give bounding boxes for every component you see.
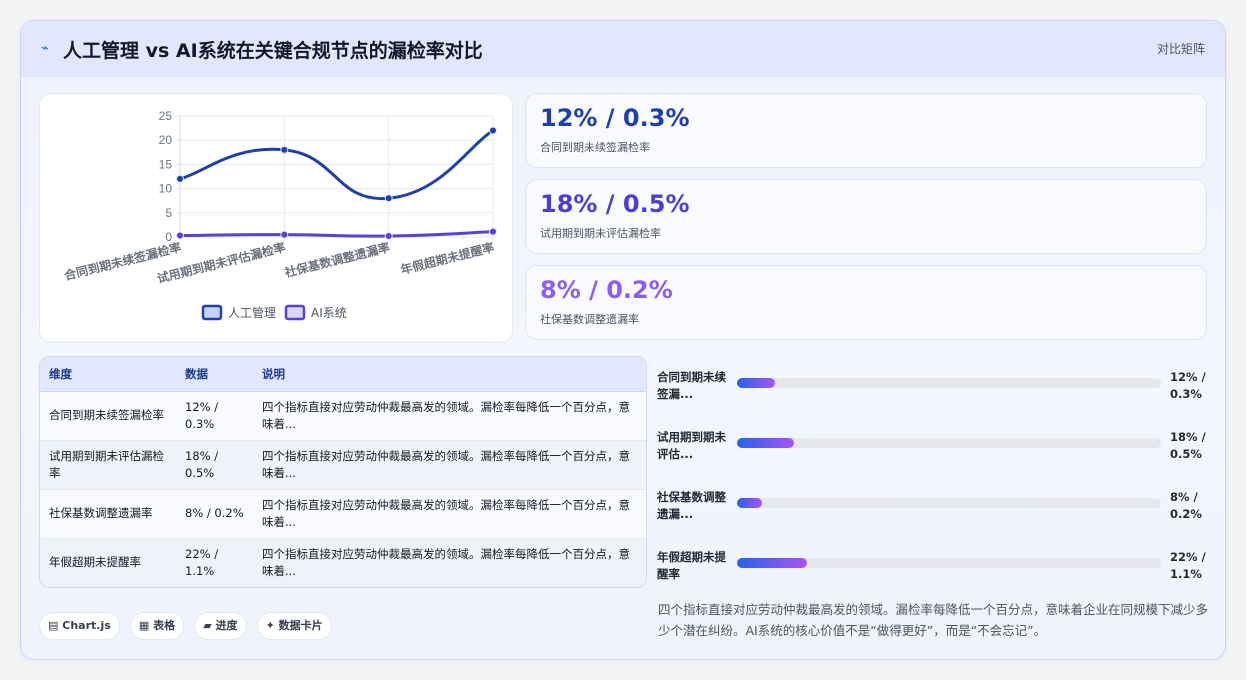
y-tick-label: 5 (165, 206, 172, 220)
legend-label: 人工管理 (228, 305, 276, 320)
table-cell-description: 四个指标直接对应劳动仲裁最高发的领域。漏检率每降低一个百分点，意味着... (253, 538, 646, 587)
kpi-label: 试用期到期未评估漏检率 (540, 227, 661, 240)
summary-text: 四个指标直接对应劳动仲裁最高发的领域。漏检率每降低一个百分点，意味着企业在同规模… (658, 602, 1209, 638)
kpi-card-contract: 12% / 0.3% 合同到期未续签漏检率 (525, 93, 1207, 168)
data-point (280, 230, 289, 239)
x-tick-label: 社保基数调整遗漏率 (282, 239, 391, 280)
table-cell-dimension: 社保基数调整遗漏率 (40, 489, 176, 539)
table-header-row: 维度 数据 说明 (40, 357, 646, 392)
progress-label: 年假超期未提醒率 (657, 550, 726, 581)
page-title: 人工管理 vs AI系统在关键合规节点的漏检率对比 (63, 40, 483, 62)
table-cell-data: 12% / 0.3% (176, 391, 253, 441)
progress-fill (737, 498, 763, 508)
legend-swatch (201, 304, 223, 321)
x-tick-label: 年假超期未提醒率 (399, 239, 496, 277)
progress-label: 试用期到期未评估... (657, 430, 726, 461)
kpi-card-probation: 18% / 0.5% 试用期到期未评估漏检率 (525, 179, 1207, 254)
table-cell-data: 8% / 0.2% (176, 489, 253, 539)
y-tick-label: 20 (159, 133, 173, 147)
progress-value: 18% / 0.5% (1170, 430, 1206, 461)
line-chart: 2520151050合同到期未续签漏检率试用期到期未评估漏检率社保基数调整遗漏率… (63, 109, 497, 321)
table-row: 年假超期未提醒率 22% / 1.1% 四个指标直接对应劳动仲裁最高发的领域。漏… (40, 538, 646, 587)
data-point (176, 231, 184, 240)
line-chart-panel: 25 20 15 10 5 0 合同到期未续签漏检率 试用期到期未评估漏检率 社保基数调整遗漏率… (39, 93, 513, 343)
progress-fill (737, 438, 795, 448)
table-cell-dimension: 年假超期未提醒率 (40, 538, 176, 587)
data-point (489, 126, 497, 135)
y-tick-label: 25 (159, 109, 173, 123)
kpi-label: 社保基数调整遗漏率 (540, 313, 639, 326)
column-header: 维度 (40, 357, 176, 392)
chip-data-cards[interactable]: ✦ 数据卡片 (256, 612, 332, 640)
chip-table[interactable]: ▦ 表格 (129, 612, 185, 640)
table-row: 合同到期未续签漏检率 12% / 0.3% 四个指标直接对应劳动仲裁最高发的领域… (40, 391, 646, 441)
column-header: 说明 (253, 357, 646, 392)
progress-icon: ▰ (203, 619, 212, 632)
progress-track (737, 378, 1161, 388)
progress-track (737, 558, 1161, 568)
sparkle-icon: ✦ (265, 619, 275, 632)
data-point (176, 174, 184, 183)
data-point (280, 145, 289, 154)
progress-fill (737, 378, 776, 388)
table-cell-dimension: 合同到期未续签漏检率 (40, 391, 176, 441)
column-header: 数据 (176, 357, 253, 392)
chart-icon: ▤ (48, 619, 59, 632)
progress-row: 社保基数调整遗漏... 8% / 0.2% (657, 483, 1207, 523)
table-cell-description: 四个指标直接对应劳动仲裁最高发的领域。漏检率每降低一个百分点，意味着... (253, 391, 646, 441)
chip-label: 数据卡片 (278, 619, 323, 632)
series-line-ai (179, 230, 494, 238)
chip-chartjs[interactable]: ▤ Chart.js (39, 612, 120, 640)
kpi-card-social-security: 8% / 0.2% 社保基数调整遗漏率 (525, 265, 1207, 340)
progress-value: 12% / 0.3% (1170, 370, 1206, 401)
kpi-value: 8% / 0.2% (540, 276, 673, 304)
table-row: 社保基数调整遗漏率 8% / 0.2% 四个指标直接对应劳动仲裁最高发的领域。漏… (40, 489, 646, 539)
progress-track (737, 498, 1161, 508)
table-icon: ▦ (138, 619, 150, 632)
chart-line-icon: ⌁ (41, 41, 49, 56)
table-row: 试用期到期未评估漏检率 18% / 0.5% 四个指标直接对应劳动仲裁最高发的领… (40, 440, 646, 490)
kpi-value: 12% / 0.3% (540, 104, 690, 132)
progress-track (737, 438, 1161, 448)
chip-progress[interactable]: ▰ 进度 (194, 612, 247, 640)
dashboard-card: ⌁ 人工管理 vs AI系统在关键合规节点的漏检率对比 对比矩阵 25 20 15 1… (20, 20, 1226, 660)
chip-label: 进度 (215, 619, 238, 632)
chip-label: Chart.js (62, 619, 111, 632)
header-bar: ⌁ 人工管理 vs AI系统在关键合规节点的漏检率对比 对比矩阵 (21, 21, 1225, 77)
kpi-label: 合同到期未续签漏检率 (540, 141, 650, 154)
y-tick-label: 10 (159, 182, 173, 196)
data-point (384, 232, 393, 241)
table-cell-description: 四个指标直接对应劳动仲裁最高发的领域。漏检率每降低一个百分点，意味着... (253, 440, 646, 490)
progress-row: 试用期到期未评估... 18% / 0.5% (657, 423, 1207, 463)
table-cell-data: 22% / 1.1% (176, 538, 253, 587)
legend-swatch (284, 304, 306, 321)
table-cell-description: 四个指标直接对应劳动仲裁最高发的领域。漏检率每降低一个百分点，意味着... (253, 489, 646, 539)
table-cell-dimension: 试用期到期未评估漏检率 (40, 440, 176, 490)
kpi-value: 18% / 0.5% (540, 190, 690, 218)
chip-label: 表格 (153, 619, 176, 632)
legend-label: AI系统 (311, 306, 347, 320)
progress-value: 22% / 1.1% (1170, 550, 1206, 581)
comparison-table-panel: 维度 数据 说明 合同到期未续签漏检率 12% / 0.3% 四个指标直接对应劳… (39, 356, 647, 588)
header-tag: 对比矩阵 (1156, 42, 1205, 56)
chip-bar: ▤ Chart.js ▦ 表格 ▰ 进度 ✦ 数据卡片 (39, 612, 337, 640)
progress-label: 合同到期未续签漏... (657, 370, 726, 401)
y-tick-label: 15 (159, 157, 173, 171)
table-cell-data: 18% / 0.5% (176, 440, 253, 490)
comparison-table: 维度 数据 说明 合同到期未续签漏检率 12% / 0.3% 四个指标直接对应劳… (40, 357, 646, 587)
data-point (489, 227, 497, 236)
progress-row: 合同到期未续签漏... 12% / 0.3% (657, 363, 1207, 403)
progress-label: 社保基数调整遗漏... (657, 490, 726, 521)
data-point (384, 194, 393, 203)
progress-fill (737, 558, 807, 568)
progress-row: 年假超期未提醒率 22% / 1.1% (657, 543, 1207, 583)
progress-value: 8% / 0.2% (1170, 490, 1202, 521)
